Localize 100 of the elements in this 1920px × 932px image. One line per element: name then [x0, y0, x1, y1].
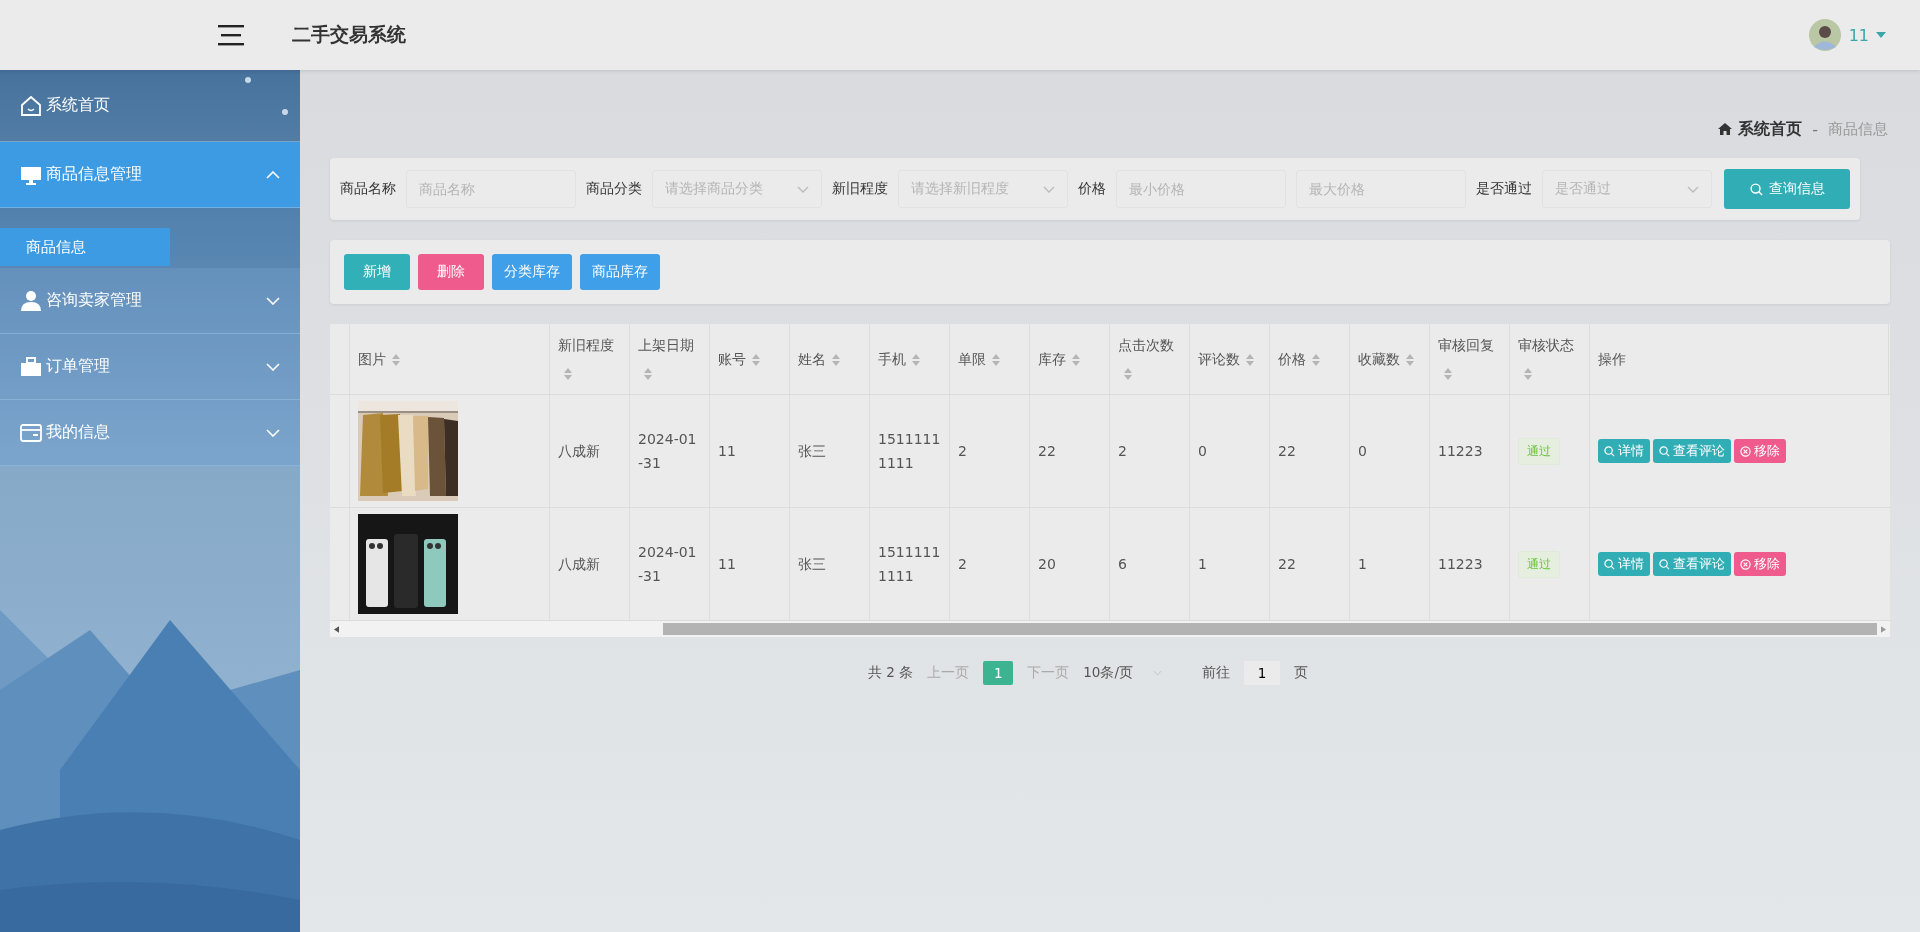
arrow-right-icon[interactable]	[1881, 625, 1886, 633]
user-icon	[20, 289, 42, 312]
row-action-button[interactable]: 移除	[1734, 439, 1786, 463]
page-input[interactable]: 1	[1243, 661, 1280, 685]
sort-icon[interactable]	[1246, 354, 1254, 366]
chevron-down-icon	[1043, 185, 1055, 193]
table-cell-text: 0	[1198, 442, 1207, 461]
sort-icon[interactable]	[1312, 354, 1320, 366]
home-icon	[20, 94, 42, 117]
menu-item[interactable]: 咨询卖家管理	[0, 268, 300, 334]
action-button[interactable]: 商品库存	[580, 254, 660, 290]
column-header[interactable]: 手机	[878, 345, 920, 373]
filter-label: 价格	[1078, 180, 1106, 198]
menu-item[interactable]: 我的信息	[0, 400, 300, 466]
chevron-down-icon	[1687, 185, 1699, 193]
next-page-button[interactable]: 下一页	[1027, 664, 1070, 682]
page-number[interactable]: 1	[983, 661, 1014, 685]
row-action-button[interactable]: 查看评论	[1653, 552, 1731, 576]
sort-icon[interactable]	[644, 368, 652, 380]
table-cell-text: 八成新	[558, 555, 600, 574]
table-cell-text: 22	[1278, 442, 1296, 461]
chevron-down-icon	[266, 428, 280, 437]
row-action-button[interactable]: 查看评论	[1653, 439, 1731, 463]
menu-item[interactable]: 商品信息管理	[0, 142, 300, 208]
search-icon	[1659, 445, 1670, 457]
column-header[interactable]: 姓名	[798, 345, 840, 373]
sort-icon[interactable]	[1524, 368, 1532, 380]
sort-icon[interactable]	[1072, 354, 1080, 366]
chevron-down-icon	[266, 362, 280, 371]
table-cell-text: 2	[1118, 442, 1127, 461]
column-header[interactable]: 评论数	[1198, 345, 1254, 373]
table-cell-text: 张三	[798, 555, 826, 574]
status-tag: 通过	[1518, 550, 1560, 578]
user-menu[interactable]: 11	[1848, 25, 1886, 45]
arrow-left-icon[interactable]	[334, 625, 339, 633]
table-cell-text: 2	[958, 442, 967, 461]
column-header[interactable]: 操作	[1598, 345, 1626, 373]
column-header[interactable]: 新旧程度	[558, 331, 621, 387]
sort-icon[interactable]	[752, 354, 760, 366]
app-title: 二手交易系统	[292, 22, 406, 47]
avatar-icon[interactable]	[1808, 19, 1841, 51]
submenu-item[interactable]: 商品信息	[0, 228, 170, 266]
total-count: 共 2 条	[868, 664, 914, 682]
row-action-button[interactable]: 移除	[1734, 552, 1786, 576]
table-cell-text: 1	[1198, 555, 1207, 574]
search-icon	[1604, 558, 1615, 570]
briefcase-icon	[20, 355, 42, 378]
table-cell-text: 11223	[1438, 555, 1483, 574]
sort-icon[interactable]	[992, 354, 1000, 366]
card-icon	[20, 421, 42, 444]
sort-icon[interactable]	[832, 354, 840, 366]
sort-icon[interactable]	[912, 354, 920, 366]
page-size-select[interactable]: 10条/页	[1083, 664, 1162, 682]
breadcrumb-link[interactable]: 系统首页	[1738, 118, 1803, 140]
sort-icon[interactable]	[564, 368, 572, 380]
horizontal-scrollbar[interactable]	[330, 621, 1890, 637]
table-cell-text: 11223	[1438, 442, 1483, 461]
column-header[interactable]: 价格	[1278, 345, 1320, 373]
menu-icon[interactable]	[218, 24, 244, 46]
close-circle-icon	[1740, 558, 1751, 570]
search-icon	[1659, 558, 1670, 570]
sort-icon[interactable]	[1124, 368, 1132, 380]
column-header[interactable]: 账号	[718, 345, 760, 373]
table-cell-text: 15111111111	[878, 543, 941, 586]
table-cell-text: 6	[1118, 555, 1127, 574]
table-cell-text: 张三	[798, 442, 826, 461]
table-cell-text: 11	[718, 442, 736, 461]
chevron-down-icon	[797, 185, 809, 193]
action-button[interactable]: 分类库存	[492, 254, 572, 290]
column-header[interactable]: 上架日期	[638, 331, 701, 387]
column-header[interactable]: 单限	[958, 345, 1000, 373]
chevron-up-icon	[266, 170, 280, 179]
column-header[interactable]: 点击次数	[1118, 331, 1181, 387]
breadcrumb-link[interactable]: 商品信息	[1828, 119, 1888, 139]
table-cell-text: 20	[1038, 555, 1056, 574]
table-cell-text: 11	[718, 555, 736, 574]
column-header[interactable]: 库存	[1038, 345, 1080, 373]
column-header[interactable]: 审核回复	[1438, 331, 1501, 387]
table-cell-text: 2024-01-31	[638, 430, 698, 473]
sort-icon[interactable]	[1444, 368, 1452, 380]
sort-icon[interactable]	[1406, 354, 1414, 366]
column-header[interactable]: 图片	[358, 345, 400, 373]
table-cell-text: 22	[1278, 555, 1296, 574]
sort-icon[interactable]	[392, 354, 400, 366]
row-action-button[interactable]: 详情	[1598, 552, 1650, 576]
scrollbar-thumb[interactable]	[663, 623, 1877, 635]
action-button[interactable]: 删除	[418, 254, 484, 290]
chevron-down-icon	[1152, 670, 1162, 676]
filter-label: 商品名称	[340, 180, 396, 198]
column-header[interactable]: 审核状态	[1518, 331, 1581, 387]
page-label: 页	[1293, 664, 1308, 682]
search-button[interactable]: 查询信息	[1724, 169, 1850, 209]
filter-label: 新旧程度	[832, 180, 888, 198]
row-action-button[interactable]: 详情	[1598, 439, 1650, 463]
action-button[interactable]: 新增	[344, 254, 410, 290]
table-cell-text: 15111111111	[878, 430, 941, 473]
menu-item[interactable]: 订单管理	[0, 334, 300, 400]
breadcrumb-separator: -	[1812, 119, 1818, 139]
home-icon	[1718, 123, 1733, 135]
column-header[interactable]: 收藏数	[1358, 345, 1414, 373]
